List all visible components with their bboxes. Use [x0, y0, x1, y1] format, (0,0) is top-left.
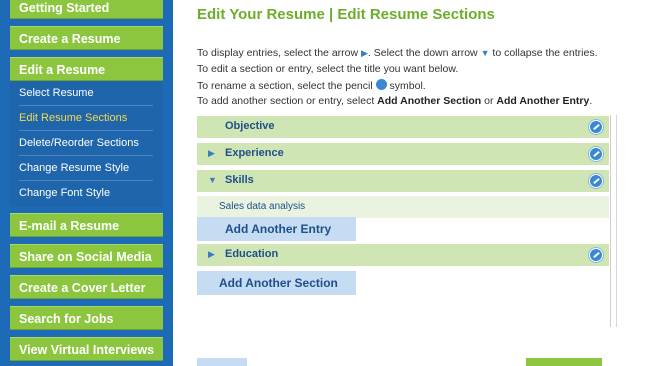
- pencil-icon[interactable]: [589, 174, 603, 188]
- nav-view-virtual-interviews[interactable]: View Virtual Interviews: [10, 337, 163, 361]
- pencil-icon: [375, 79, 387, 90]
- instruction-text: To add another section or entry, select: [197, 95, 375, 107]
- nav-email-resume[interactable]: E-mail a Resume: [10, 213, 163, 237]
- expand-arrow-icon[interactable]: ▶: [208, 148, 215, 159]
- instruction-text: To rename a section, select the pencil: [197, 80, 373, 92]
- page-title: Edit Your Resume | Edit Resume Sections: [197, 6, 495, 23]
- instruction-text: or: [484, 95, 494, 107]
- add-another-section-button[interactable]: Add Another Section: [197, 271, 356, 295]
- collapse-arrow-icon: ▼: [480, 48, 490, 58]
- instruction-line-4: To add another section or entry, select …: [197, 95, 592, 107]
- skills-entry-row[interactable]: Sales data analysis: [197, 196, 609, 218]
- next-button[interactable]: [526, 358, 602, 366]
- pencil-icon[interactable]: [589, 120, 603, 134]
- sidebar: Getting Started Create a Resume Edit a R…: [0, 0, 173, 366]
- back-button[interactable]: [197, 358, 247, 366]
- add-another-entry-button[interactable]: Add Another Entry: [197, 217, 356, 241]
- pencil-icon[interactable]: [589, 248, 603, 262]
- instruction-text: to collapse the entries.: [492, 47, 598, 59]
- sub-item-change-font-style[interactable]: Change Font Style: [19, 181, 153, 206]
- section-row-objective[interactable]: Objective: [197, 116, 609, 138]
- sub-item-change-resume-style[interactable]: Change Resume Style: [19, 156, 153, 181]
- section-title[interactable]: Education: [225, 248, 278, 260]
- sub-item-delete-reorder-sections[interactable]: Delete/Reorder Sections: [19, 131, 153, 156]
- section-title[interactable]: Skills: [225, 174, 254, 186]
- expand-arrow-icon[interactable]: ▶: [208, 249, 215, 260]
- list-scrollbar[interactable]: [610, 115, 611, 327]
- nav-create-cover-letter[interactable]: Create a Cover Letter: [10, 275, 163, 299]
- pencil-icon[interactable]: [589, 147, 603, 161]
- nav-share-social-media[interactable]: Share on Social Media: [10, 244, 163, 268]
- section-row-experience[interactable]: ▶ Experience: [197, 143, 609, 165]
- instruction-text: To display entries, select the arrow: [197, 47, 359, 59]
- section-row-education[interactable]: ▶ Education: [197, 244, 609, 266]
- sub-item-select-resume[interactable]: Select Resume: [19, 81, 153, 106]
- expand-arrow-icon: ▶: [361, 48, 368, 58]
- instruction-text: . Select the down arrow: [367, 47, 478, 59]
- instruction-bold-text: Add Another Entry: [496, 95, 590, 107]
- entry-title[interactable]: Sales data analysis: [219, 201, 305, 212]
- instruction-text: .: [589, 95, 593, 107]
- instruction-line-3: To rename a section, select the pencil s…: [197, 79, 426, 92]
- section-title[interactable]: Experience: [225, 147, 284, 159]
- nav-edit-resume[interactable]: Edit a Resume: [10, 57, 163, 81]
- instruction-line-2: To edit a section or entry, select the t…: [197, 63, 459, 75]
- section-row-skills[interactable]: ▼ Skills: [197, 170, 609, 192]
- nav-getting-started[interactable]: Getting Started: [10, 0, 163, 19]
- instruction-line-1: To display entries, select the arrow ▶. …: [197, 47, 597, 59]
- section-title[interactable]: Objective: [225, 120, 275, 132]
- sub-item-edit-resume-sections[interactable]: Edit Resume Sections: [19, 106, 153, 131]
- instruction-text: symbol.: [389, 80, 426, 92]
- instruction-bold-text: Add Another Section: [377, 95, 482, 107]
- nav-search-jobs[interactable]: Search for Jobs: [10, 306, 163, 330]
- collapse-arrow-icon[interactable]: ▼: [208, 175, 217, 185]
- nav-create-resume[interactable]: Create a Resume: [10, 26, 163, 50]
- edit-resume-submenu: Select Resume Edit Resume Sections Delet…: [10, 81, 163, 207]
